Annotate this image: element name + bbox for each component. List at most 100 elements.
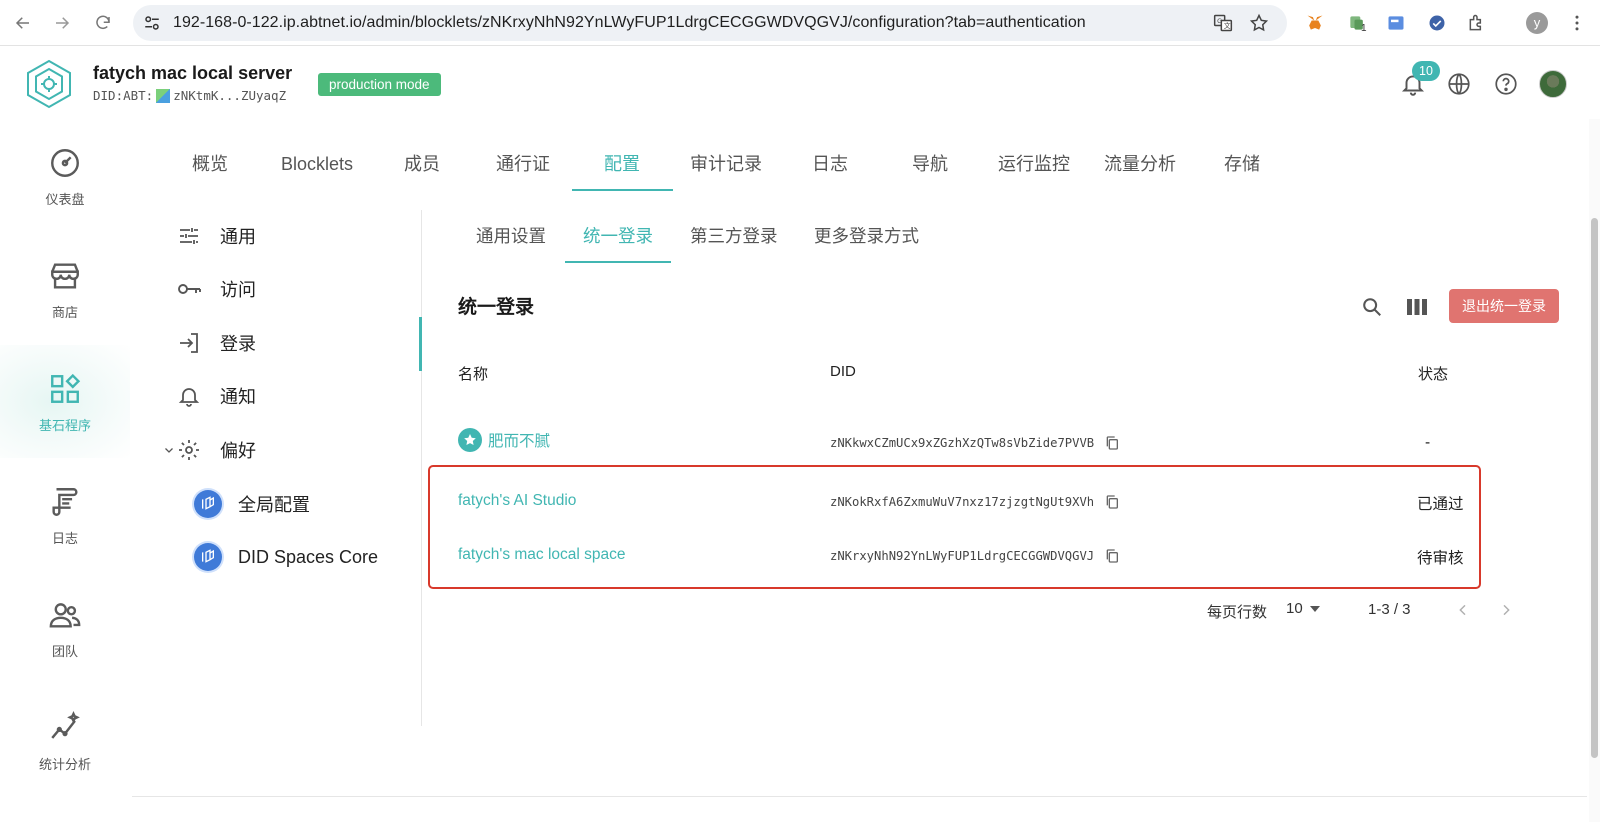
tab-storage[interactable]: 存储 <box>1212 150 1272 192</box>
next-page-icon[interactable] <box>1494 598 1518 622</box>
page-range: 1-3 / 3 <box>1368 601 1411 618</box>
subnav-active-indicator <box>419 317 422 371</box>
subnav-child-label: DID Spaces Core <box>238 546 379 567</box>
help-icon[interactable] <box>1491 69 1521 99</box>
dashboard-icon <box>47 145 83 181</box>
tab-audit-logs[interactable]: 审计记录 <box>688 150 764 192</box>
rail-item-blocklets[interactable]: 基石程序 <box>0 345 130 458</box>
rail-item-dashboard[interactable]: 仪表盘 <box>0 119 130 232</box>
subnav-item-did-spaces-core[interactable]: DID Spaces Core <box>194 540 378 574</box>
user-avatar[interactable] <box>1538 69 1568 99</box>
subnav-label: 访问 <box>220 280 256 300</box>
forward-icon[interactable] <box>50 11 74 35</box>
subnav-item-notifications[interactable]: 通知 <box>176 378 256 414</box>
column-header-status[interactable]: 状态 <box>1418 363 1448 384</box>
row-name-text: 肥而不腻 <box>488 433 551 450</box>
mode-badge: production mode <box>318 73 441 96</box>
column-header-did[interactable]: DID <box>830 363 856 380</box>
star-badge-icon <box>458 428 482 452</box>
reload-icon[interactable] <box>91 11 115 35</box>
rail-item-team[interactable]: 团队 <box>0 571 130 684</box>
subnav-child-label: 全局配置 <box>238 495 310 515</box>
analytics-icon <box>47 710 83 746</box>
tab-runtime-monitor[interactable]: 运行监控 <box>996 150 1072 192</box>
browser-toolbar: 192-168-0-122.ip.abtnet.io/admin/blockle… <box>0 0 1600 46</box>
profile-avatar[interactable]: y <box>1525 11 1549 35</box>
exit-unified-login-button[interactable]: 退出统一登录 <box>1449 289 1559 323</box>
subnav-label: 偏好 <box>220 441 256 461</box>
rail-item-logs[interactable]: 日志 <box>0 458 130 571</box>
previous-page-icon[interactable] <box>1451 598 1475 622</box>
rail-label: 仪表盘 <box>45 192 85 207</box>
columns-icon[interactable] <box>1403 293 1431 321</box>
rail-item-analytics[interactable]: 统计分析 <box>0 684 130 797</box>
store-icon <box>47 258 83 294</box>
bookmark-star-icon[interactable] <box>1249 13 1269 38</box>
subtab-third-party-login[interactable]: 第三方登录 <box>690 222 778 262</box>
rail-item-store[interactable]: 商店 <box>0 232 130 345</box>
rows-per-page-select[interactable]: 10 <box>1286 600 1321 617</box>
metamask-extension-icon[interactable] <box>1303 11 1327 35</box>
table-row-name[interactable]: 肥而不腻 <box>458 428 550 452</box>
language-globe-icon[interactable] <box>1444 69 1474 99</box>
copy-icon[interactable] <box>1104 435 1120 451</box>
subnav-divider <box>421 210 422 726</box>
table-title: 统一登录 <box>458 297 535 318</box>
site-settings-icon[interactable] <box>143 14 161 37</box>
subtab-unified-login[interactable]: 统一登录 <box>583 222 653 262</box>
server-title: fatych mac local server <box>93 63 293 83</box>
chevron-down-icon[interactable] <box>162 443 176 457</box>
subnav-item-global-config[interactable]: 全局配置 <box>194 487 310 521</box>
subnav-label: 登录 <box>220 334 256 354</box>
subnav-item-general[interactable]: 通用 <box>176 218 256 254</box>
rail-label: 基石程序 <box>38 418 91 433</box>
tab-traffic-analysis[interactable]: 流量分析 <box>1102 150 1178 192</box>
search-icon[interactable] <box>1358 293 1386 321</box>
translate-icon[interactable]: G文 <box>1213 13 1233 38</box>
sliders-icon <box>176 223 202 249</box>
subtab-active-indicator <box>565 261 671 263</box>
highlight-annotation-box <box>428 465 1481 589</box>
extension-badge: 1 <box>1361 23 1367 34</box>
subnav-item-login[interactable]: 登录 <box>176 325 256 361</box>
subnav-item-access[interactable]: 访问 <box>176 271 256 307</box>
table-row-did: zNKkwxCZmUCx9xZGzhXzQTw8sVbZide7PVVB <box>830 435 1120 451</box>
column-header-name[interactable]: 名称 <box>458 363 488 384</box>
logs-icon <box>47 484 83 520</box>
tab-overview[interactable]: 概览 <box>180 150 240 192</box>
tab-navigation[interactable]: 导航 <box>900 150 960 192</box>
server-did: DID:ABT: zNKtmK...ZUyaqZ <box>93 88 286 103</box>
app-header: fatych mac local server DID:ABT: zNKtmK.… <box>0 47 1600 119</box>
extensions-puzzle-icon[interactable] <box>1465 11 1489 35</box>
url-text: 192-168-0-122.ip.abtnet.io/admin/blockle… <box>173 14 1086 31</box>
tab-members[interactable]: 成员 <box>392 150 452 192</box>
address-bar[interactable]: 192-168-0-122.ip.abtnet.io/admin/blockle… <box>133 5 1287 41</box>
tab-passports[interactable]: 通行证 <box>486 150 560 192</box>
rail-label: 团队 <box>51 644 78 659</box>
rail-label: 日志 <box>51 531 78 546</box>
svg-text:文: 文 <box>1224 21 1231 30</box>
rows-per-page-value: 10 <box>1286 600 1303 617</box>
did-spaces-icon <box>194 490 222 518</box>
back-icon[interactable] <box>11 11 35 35</box>
extension-icon[interactable]: 1 <box>1345 11 1369 35</box>
screenshot-extension-icon[interactable] <box>1384 11 1408 35</box>
tab-logs[interactable]: 日志 <box>800 150 860 192</box>
caret-down-icon <box>1309 600 1321 617</box>
tab-configuration[interactable]: 配置 <box>592 150 652 192</box>
blocklets-icon <box>47 371 83 407</box>
subtab-general-settings[interactable]: 通用设置 <box>476 222 546 262</box>
server-logo-icon[interactable] <box>24 59 74 109</box>
browser-menu-icon[interactable] <box>1565 11 1589 35</box>
subnav-label: 通用 <box>220 227 256 247</box>
gear-icon <box>176 437 202 463</box>
subnav-item-preferences[interactable]: 偏好 <box>162 432 256 468</box>
scrollbar-thumb[interactable] <box>1591 218 1598 758</box>
checkmark-extension-icon[interactable] <box>1425 11 1449 35</box>
footer-divider <box>132 796 1587 797</box>
did-prefix: DID:ABT: <box>93 88 154 103</box>
subtab-more-login-methods[interactable]: 更多登录方式 <box>814 222 919 262</box>
row-did-text: zNKkwxCZmUCx9xZGzhXzQTw8sVbZide7PVVB <box>830 436 1095 450</box>
rail-label: 统计分析 <box>38 757 91 772</box>
tab-blocklets[interactable]: Blocklets <box>270 150 364 192</box>
